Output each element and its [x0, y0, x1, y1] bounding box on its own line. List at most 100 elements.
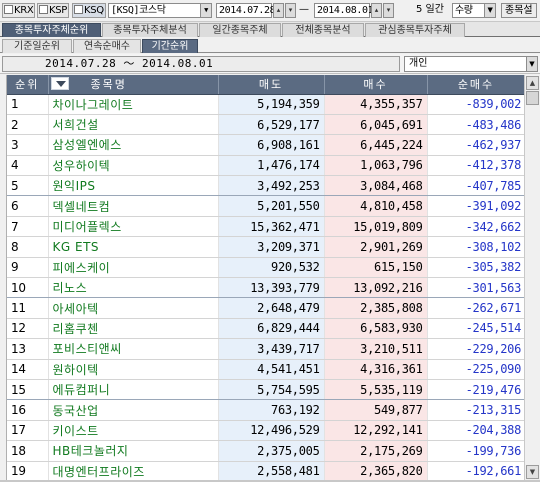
table-row[interactable]: 9 피에스케이 920,532 615,150 -305,382 — [7, 257, 524, 279]
tab-investor-ranking[interactable]: 종목투자주체순위 — [2, 23, 101, 37]
sort-select[interactable]: 수량 ▼ — [452, 3, 496, 18]
sell-volume-cell: 5,754,595 — [218, 379, 325, 401]
column-header-net-buy[interactable]: 순매수 — [427, 75, 524, 95]
table-row[interactable]: 7 미디어플렉스 15,362,471 15,019,809 -342,662 — [7, 216, 524, 238]
buy-volume-cell: 549,877 — [324, 399, 428, 421]
tab-watchlist-investor[interactable]: 관심종목투자주체 — [365, 23, 465, 37]
column-header-rank[interactable]: 순위 — [7, 75, 49, 95]
buy-volume-cell: 2,901,269 — [324, 236, 428, 258]
table-row[interactable]: 15 에듀컴퍼니 5,754,595 5,535,119 -219,476 — [7, 379, 524, 401]
stock-name-cell[interactable]: 리홈쿠첸 — [48, 318, 219, 340]
table-row[interactable]: 12 리홈쿠첸 6,829,444 6,583,930 -245,514 — [7, 318, 524, 340]
vertical-scrollbar[interactable]: ▲ ▼ — [524, 75, 539, 480]
net-buy-cell: -192,661 — [427, 461, 524, 480]
rank-cell: 15 — [7, 379, 49, 401]
table-row[interactable]: 14 원하이텍 4,541,451 4,316,361 -225,090 — [7, 359, 524, 380]
stock-name-cell[interactable]: 리노스 — [48, 277, 219, 299]
tab-investor-analysis[interactable]: 종목투자주체분석 — [102, 23, 198, 37]
stock-name-cell[interactable]: 덱셀네트컴 — [48, 195, 219, 217]
end-date-spin-button[interactable]: ▴ — [371, 3, 382, 18]
start-date-calendar-button[interactable]: ▾ — [285, 3, 296, 18]
buy-volume-cell: 13,092,216 — [324, 277, 428, 299]
chevron-down-icon[interactable]: ▼ — [526, 57, 537, 71]
market-krx-checkbox[interactable]: KRX — [2, 3, 36, 18]
scroll-thumb[interactable] — [526, 91, 539, 105]
stock-name-cell[interactable]: 성우하이텍 — [48, 155, 219, 177]
stock-name-cell[interactable]: 키이스트 — [48, 420, 219, 442]
chevron-down-icon[interactable]: ▼ — [484, 4, 495, 17]
sell-volume-cell: 5,201,550 — [218, 195, 325, 217]
market-select[interactable]: [KSQ]코스닥 ▼ — [108, 3, 212, 18]
tab-all-stocks-analysis[interactable]: 전체종목분석 — [282, 23, 364, 37]
stock-name-cell[interactable]: HB테크놀러지 — [48, 440, 219, 462]
rank-cell: 9 — [7, 257, 49, 279]
column-header-buy[interactable]: 매수 — [324, 75, 428, 95]
net-buy-cell: -262,671 — [427, 297, 524, 319]
stock-name-cell[interactable]: 차이나그레이트 — [48, 94, 219, 115]
market-ksp-checkbox[interactable]: KSP — [37, 3, 70, 18]
stock-name-cell[interactable]: KG ETS — [48, 236, 219, 258]
buy-volume-cell: 6,583,930 — [324, 318, 428, 340]
chevron-down-icon[interactable]: ▼ — [200, 4, 211, 17]
buy-volume-cell: 4,810,458 — [324, 195, 428, 217]
scroll-down-arrow-icon[interactable]: ▼ — [526, 465, 539, 479]
table-row[interactable]: 16 동국산업 763,192 549,877 -213,315 — [7, 399, 524, 421]
end-date-calendar-button[interactable]: ▾ — [383, 3, 394, 18]
table-row[interactable]: 1 차이나그레이트 5,194,359 4,355,357 -839,002 — [7, 94, 524, 115]
net-buy-cell: -245,514 — [427, 318, 524, 340]
rank-cell: 7 — [7, 216, 49, 238]
sell-volume-cell: 2,375,005 — [218, 440, 325, 462]
column-header-sell[interactable]: 매도 — [218, 75, 325, 95]
buy-volume-cell: 2,385,808 — [324, 297, 428, 319]
start-date-spin-button[interactable]: ▴ — [273, 3, 284, 18]
tab-daily-investor[interactable]: 일간종목주체 — [199, 23, 281, 37]
table-row[interactable]: 6 덱셀네트컴 5,201,550 4,810,458 -391,092 — [7, 195, 524, 217]
net-buy-cell: -213,315 — [427, 399, 524, 421]
table-row[interactable]: 17 키이스트 12,496,529 12,292,141 -204,388 — [7, 420, 524, 442]
table-row[interactable]: 11 아세아텍 2,648,479 2,385,808 -262,671 — [7, 297, 524, 319]
investor-type-select[interactable]: 개인 ▼ — [404, 56, 538, 72]
table-row[interactable]: 18 HB테크놀러지 2,375,005 2,175,269 -199,736 — [7, 440, 524, 462]
date-separator: — — [299, 4, 309, 15]
table-row[interactable]: 3 삼성엘엔에스 6,908,161 6,445,224 -462,937 — [7, 134, 524, 156]
buy-volume-cell: 2,365,820 — [324, 461, 428, 480]
stock-name-cell[interactable]: 미디어플렉스 — [48, 216, 219, 238]
table-row[interactable]: 2 서희건설 6,529,177 6,045,691 -483,486 — [7, 114, 524, 136]
stock-name-cell[interactable]: 서희건설 — [48, 114, 219, 136]
market-ksq-checkbox[interactable]: KSQ — [72, 3, 106, 18]
buy-volume-cell: 615,150 — [324, 257, 428, 279]
stock-name-cell[interactable]: 피에스케이 — [48, 257, 219, 279]
rank-cell: 16 — [7, 399, 49, 421]
stock-name-cell[interactable]: 대명엔터프라이즈 — [48, 461, 219, 480]
start-date-input[interactable]: 2014.07.28 — [216, 3, 276, 18]
table-row[interactable]: 8 KG ETS 3,209,371 2,901,269 -308,102 — [7, 236, 524, 258]
rank-cell: 4 — [7, 155, 49, 177]
table-row[interactable]: 13 포비스티앤씨 3,439,717 3,210,511 -229,206 — [7, 338, 524, 360]
net-buy-cell: -225,090 — [427, 359, 524, 380]
scroll-up-arrow-icon[interactable]: ▲ — [526, 76, 539, 90]
rank-cell: 2 — [7, 114, 49, 136]
table-row[interactable]: 10 리노스 13,393,779 13,092,216 -301,563 — [7, 277, 524, 299]
sort-dropdown-icon[interactable] — [50, 77, 69, 91]
main-tab-bar: 종목투자주체순위 종목투자주체분석 일간종목주체 전체종목분석 관심종목투자주체 — [0, 22, 540, 37]
column-header-name[interactable]: 종목명 — [48, 75, 219, 95]
net-buy-cell: -483,486 — [427, 114, 524, 136]
tab-base-date-ranking[interactable]: 기준일순위 — [2, 39, 72, 53]
buy-volume-cell: 6,445,224 — [324, 134, 428, 156]
tab-period-ranking[interactable]: 기간순위 — [142, 39, 198, 53]
stock-name-cell[interactable]: 원익IPS — [48, 175, 219, 197]
table-row[interactable]: 5 원익IPS 3,492,253 3,084,468 -407,785 — [7, 175, 524, 197]
stock-name-cell[interactable]: 삼성엘엔에스 — [48, 134, 219, 156]
stock-name-cell[interactable]: 동국산업 — [48, 399, 219, 421]
rank-cell: 18 — [7, 440, 49, 462]
table-row[interactable]: 4 성우하이텍 1,476,174 1,063,796 -412,378 — [7, 155, 524, 177]
stock-search-button[interactable]: 종목설 — [501, 3, 537, 18]
table-row[interactable]: 19 대명엔터프라이즈 2,558,481 2,365,820 -192,661 — [7, 461, 524, 480]
stock-name-cell[interactable]: 아세아텍 — [48, 297, 219, 319]
stock-name-cell[interactable]: 에듀컴퍼니 — [48, 379, 219, 401]
stock-name-cell[interactable]: 포비스티앤씨 — [48, 338, 219, 360]
rank-cell: 10 — [7, 277, 49, 299]
stock-name-cell[interactable]: 원하이텍 — [48, 359, 219, 380]
tab-consecutive-net-buy[interactable]: 연속순매수 — [73, 39, 141, 53]
end-date-input[interactable]: 2014.08.01 — [314, 3, 374, 18]
